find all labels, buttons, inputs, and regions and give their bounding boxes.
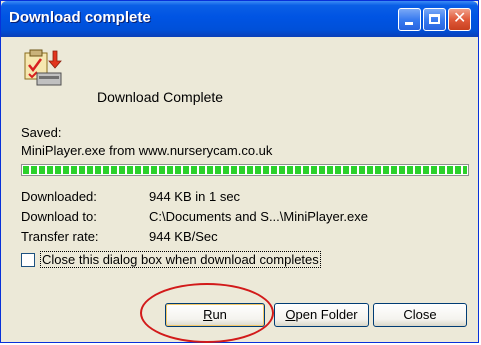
close-on-complete-label[interactable]: Close this dialog box when download comp… (40, 251, 321, 268)
detail-row-transfer-rate: Transfer rate: 944 KB/Sec (21, 229, 218, 244)
detail-row-downloaded: Downloaded: 944 KB in 1 sec (21, 189, 240, 204)
progress-fill (23, 166, 467, 174)
detail-value: 944 KB/Sec (149, 229, 218, 244)
run-button[interactable]: Run (165, 303, 265, 327)
download-complete-heading: Download Complete (97, 89, 224, 105)
detail-label: Downloaded: (21, 189, 97, 204)
saved-label: Saved: (21, 125, 62, 140)
close-button[interactable]: Close (373, 303, 467, 327)
dialog-body: Download Complete Saved: MiniPlayer.exe … (1, 37, 478, 343)
title-bar[interactable]: Download complete ✕ (1, 1, 478, 37)
detail-value: C:\Documents and S...\MiniPlayer.exe (149, 209, 368, 224)
download-complete-icon (24, 49, 62, 86)
progress-bar (21, 164, 469, 176)
minimize-button[interactable] (398, 8, 421, 31)
close-on-complete-checkbox[interactable] (21, 253, 35, 267)
saved-file-text: MiniPlayer.exe from www.nurserycam.co.uk (21, 143, 273, 158)
close-icon: ✕ (453, 10, 467, 27)
open-folder-button[interactable]: Open Folder (274, 303, 369, 327)
close-window-button[interactable]: ✕ (448, 8, 471, 31)
detail-row-download-to: Download to: C:\Documents and S...\MiniP… (21, 209, 368, 224)
maximize-icon (429, 14, 440, 24)
window-title: Download complete (9, 9, 151, 26)
download-complete-dialog: Download complete ✕ Download Complete Sa… (0, 0, 479, 343)
maximize-button[interactable] (423, 8, 446, 31)
minimize-icon (405, 22, 413, 25)
detail-label: Download to: (21, 209, 97, 224)
detail-label: Transfer rate: (21, 229, 99, 244)
detail-value: 944 KB in 1 sec (149, 189, 241, 204)
